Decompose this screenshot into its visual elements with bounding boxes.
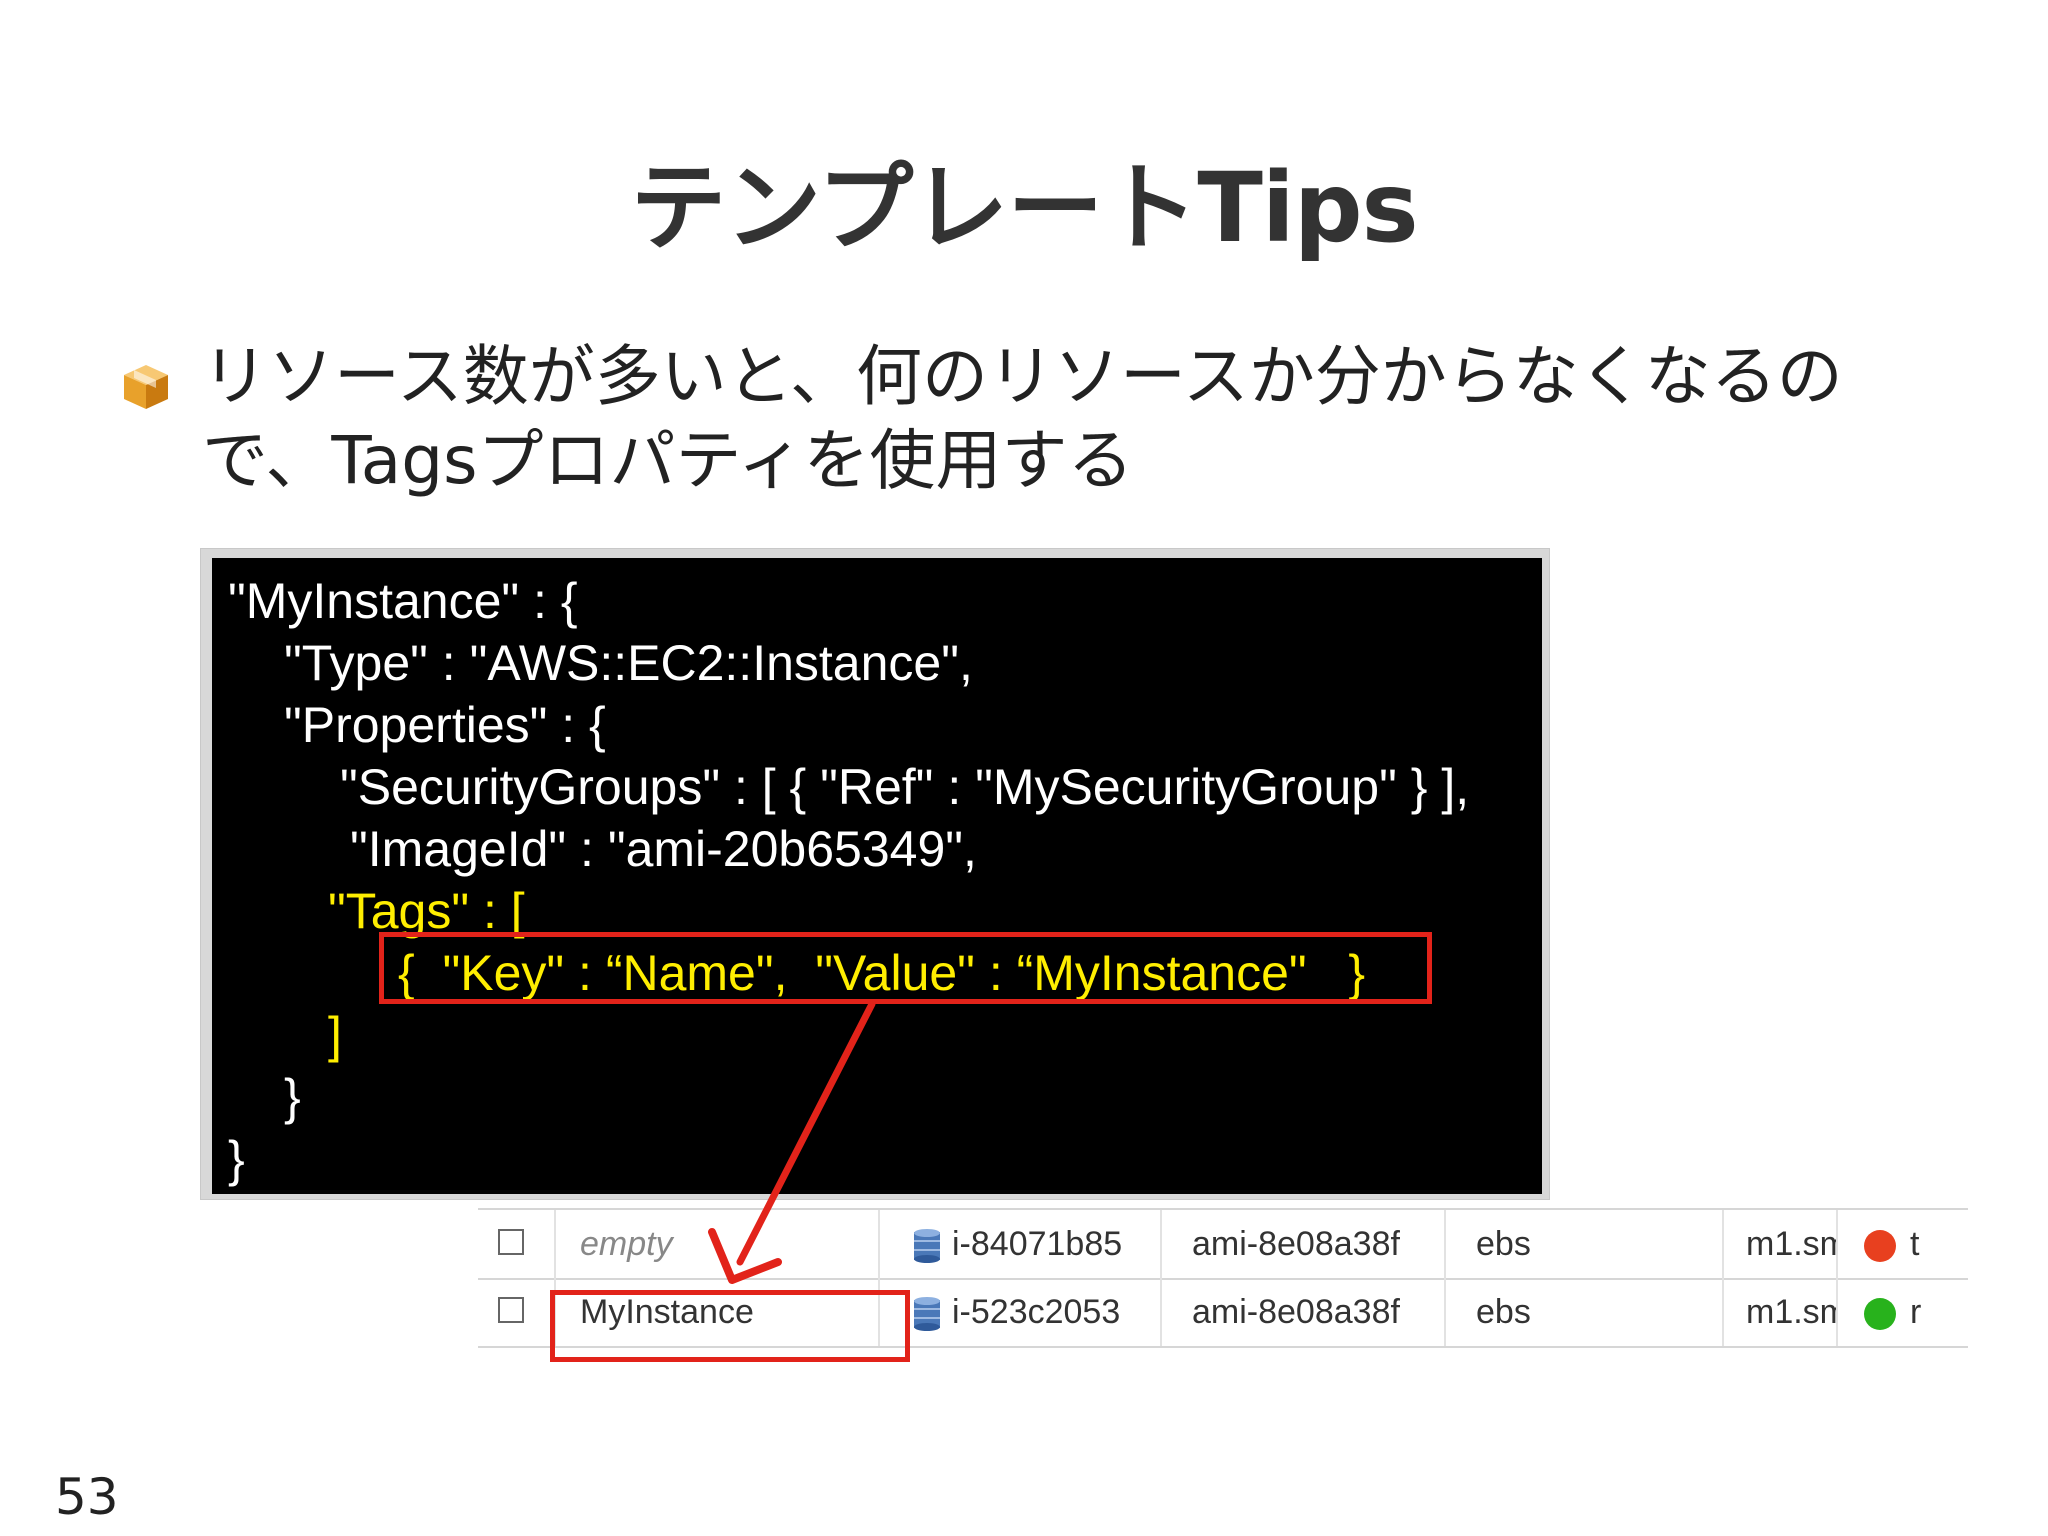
state-cell: r: [1840, 1278, 1968, 1346]
row-checkbox[interactable]: [498, 1229, 524, 1255]
bullet-text: リソース数が多いと、何のリソースか分からなくなるの で、Tagsプロパティを使用…: [202, 335, 1952, 503]
instance-id-value: i-523c2053: [952, 1293, 1121, 1331]
code-line: "Type" : "AWS::EC2::Instance",: [284, 635, 973, 691]
type-cell: m1.sma: [1726, 1278, 1838, 1346]
code-line: "ImageId" : "ami-20b65349",: [350, 821, 977, 877]
instance-icon: [914, 1297, 940, 1332]
slide-title: テンプレートTips: [630, 152, 1418, 264]
root-device-cell: ebs: [1448, 1210, 1724, 1278]
code-block: "MyInstance" : { "Type" : "AWS::EC2::Ins…: [212, 558, 1542, 1194]
instance-id-cell: i-84071b85: [882, 1210, 1162, 1278]
table-row[interactable]: empty i-84071b85 ami-8e08a38f ebs m1.sma…: [478, 1208, 1968, 1280]
page-number: 53: [55, 1468, 119, 1526]
state-dot-icon: [1864, 1298, 1896, 1331]
name-value: empty: [580, 1225, 673, 1263]
code-line: ]: [328, 1007, 342, 1063]
name-cell: empty: [556, 1210, 880, 1278]
code-line: }: [228, 1131, 245, 1187]
aws-cube-icon: [124, 365, 168, 409]
state-cell: t: [1840, 1210, 1968, 1278]
bullet-line-2: で、Tagsプロパティを使用する: [202, 422, 1134, 499]
instance-icon: [914, 1229, 940, 1264]
row-checkbox-cell: [478, 1210, 556, 1278]
tag-highlight-box: [379, 932, 1432, 1004]
ami-cell: ami-8e08a38f: [1164, 1210, 1446, 1278]
row-checkbox-cell: [478, 1278, 556, 1346]
state-value: t: [1910, 1225, 1920, 1263]
code-line: }: [284, 1069, 301, 1125]
code-line: "MyInstance" : {: [228, 573, 578, 629]
state-dot-icon: [1864, 1230, 1896, 1263]
code-line: "Properties" : {: [284, 697, 606, 753]
code-line: "SecurityGroups" : [ { "Ref" : "MySecuri…: [340, 759, 1470, 815]
root-device-cell: ebs: [1448, 1278, 1724, 1346]
instance-id-cell: i-523c2053: [882, 1278, 1162, 1346]
ami-cell: ami-8e08a38f: [1164, 1278, 1446, 1346]
instance-id-value: i-84071b85: [952, 1225, 1123, 1263]
type-cell: m1.sma: [1726, 1210, 1838, 1278]
name-highlight-box: [550, 1290, 910, 1362]
row-checkbox[interactable]: [498, 1297, 524, 1323]
state-value: r: [1910, 1293, 1922, 1331]
bullet-line-1: リソース数が多いと、何のリソースか分からなくなるの: [202, 338, 1843, 415]
